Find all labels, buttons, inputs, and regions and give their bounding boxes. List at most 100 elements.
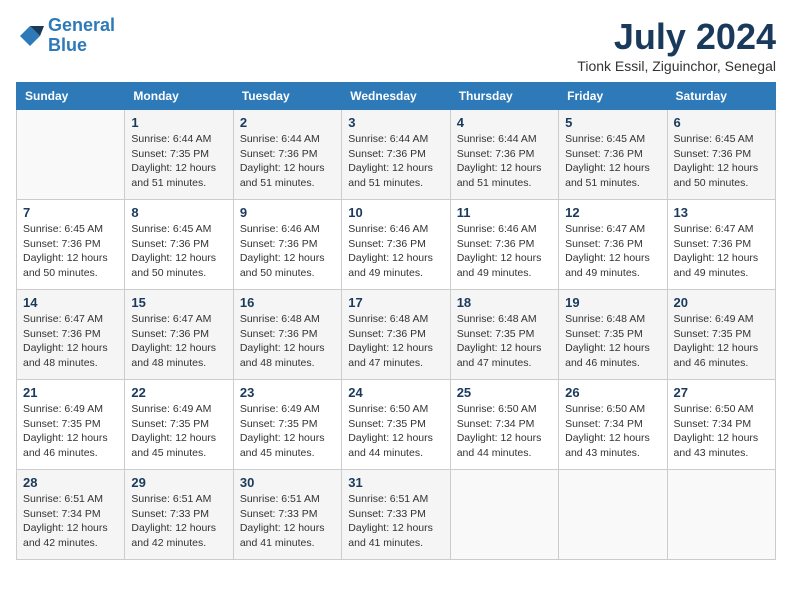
calendar-cell: 23 Sunrise: 6:49 AM Sunset: 7:35 PM Dayli… bbox=[233, 380, 341, 470]
day-number: 8 bbox=[131, 205, 226, 220]
day-number: 16 bbox=[240, 295, 335, 310]
day-info: Sunrise: 6:46 AM Sunset: 7:36 PM Dayligh… bbox=[348, 222, 443, 281]
day-info: Sunrise: 6:51 AM Sunset: 7:34 PM Dayligh… bbox=[23, 492, 118, 551]
day-info: Sunrise: 6:51 AM Sunset: 7:33 PM Dayligh… bbox=[131, 492, 226, 551]
day-info: Sunrise: 6:48 AM Sunset: 7:36 PM Dayligh… bbox=[348, 312, 443, 371]
calendar-week-row: 28 Sunrise: 6:51 AM Sunset: 7:34 PM Dayli… bbox=[17, 470, 776, 560]
day-number: 10 bbox=[348, 205, 443, 220]
day-of-week-header: Sunday bbox=[17, 83, 125, 110]
calendar-cell: 28 Sunrise: 6:51 AM Sunset: 7:34 PM Dayli… bbox=[17, 470, 125, 560]
calendar-cell: 19 Sunrise: 6:48 AM Sunset: 7:35 PM Dayli… bbox=[559, 290, 667, 380]
calendar-cell: 27 Sunrise: 6:50 AM Sunset: 7:34 PM Dayli… bbox=[667, 380, 775, 470]
day-info: Sunrise: 6:47 AM Sunset: 7:36 PM Dayligh… bbox=[131, 312, 226, 371]
day-info: Sunrise: 6:50 AM Sunset: 7:34 PM Dayligh… bbox=[457, 402, 552, 461]
calendar-cell: 1 Sunrise: 6:44 AM Sunset: 7:35 PM Daylig… bbox=[125, 110, 233, 200]
calendar-week-row: 14 Sunrise: 6:47 AM Sunset: 7:36 PM Dayli… bbox=[17, 290, 776, 380]
calendar-cell: 10 Sunrise: 6:46 AM Sunset: 7:36 PM Dayli… bbox=[342, 200, 450, 290]
day-of-week-header: Wednesday bbox=[342, 83, 450, 110]
day-info: Sunrise: 6:48 AM Sunset: 7:35 PM Dayligh… bbox=[565, 312, 660, 371]
day-info: Sunrise: 6:44 AM Sunset: 7:36 PM Dayligh… bbox=[457, 132, 552, 191]
calendar-cell: 16 Sunrise: 6:48 AM Sunset: 7:36 PM Dayli… bbox=[233, 290, 341, 380]
calendar-cell: 5 Sunrise: 6:45 AM Sunset: 7:36 PM Daylig… bbox=[559, 110, 667, 200]
calendar-week-row: 21 Sunrise: 6:49 AM Sunset: 7:35 PM Dayli… bbox=[17, 380, 776, 470]
day-number: 2 bbox=[240, 115, 335, 130]
day-number: 6 bbox=[674, 115, 769, 130]
day-of-week-header: Tuesday bbox=[233, 83, 341, 110]
calendar-cell: 25 Sunrise: 6:50 AM Sunset: 7:34 PM Dayli… bbox=[450, 380, 558, 470]
calendar-cell: 13 Sunrise: 6:47 AM Sunset: 7:36 PM Dayli… bbox=[667, 200, 775, 290]
day-info: Sunrise: 6:49 AM Sunset: 7:35 PM Dayligh… bbox=[240, 402, 335, 461]
calendar-week-row: 1 Sunrise: 6:44 AM Sunset: 7:35 PM Daylig… bbox=[17, 110, 776, 200]
calendar-cell: 12Sunrise: 6:47 AM Sunset: 7:36 PM Dayli… bbox=[559, 200, 667, 290]
day-info: Sunrise: 6:47 AM Sunset: 7:36 PM Dayligh… bbox=[23, 312, 118, 371]
day-number: 7 bbox=[23, 205, 118, 220]
calendar-cell: 26 Sunrise: 6:50 AM Sunset: 7:34 PM Dayli… bbox=[559, 380, 667, 470]
location-subtitle: Tionk Essil, Ziguinchor, Senegal bbox=[577, 58, 776, 74]
calendar-cell: 6 Sunrise: 6:45 AM Sunset: 7:36 PM Daylig… bbox=[667, 110, 775, 200]
day-number: 18 bbox=[457, 295, 552, 310]
day-number: 17 bbox=[348, 295, 443, 310]
calendar-cell: 3 Sunrise: 6:44 AM Sunset: 7:36 PM Daylig… bbox=[342, 110, 450, 200]
day-of-week-header: Monday bbox=[125, 83, 233, 110]
day-number: 22 bbox=[131, 385, 226, 400]
calendar-cell: 30Sunrise: 6:51 AM Sunset: 7:33 PM Dayli… bbox=[233, 470, 341, 560]
day-info: Sunrise: 6:48 AM Sunset: 7:35 PM Dayligh… bbox=[457, 312, 552, 371]
day-info: Sunrise: 6:45 AM Sunset: 7:36 PM Dayligh… bbox=[674, 132, 769, 191]
day-number: 27 bbox=[674, 385, 769, 400]
day-number: 31 bbox=[348, 475, 443, 490]
day-info: Sunrise: 6:44 AM Sunset: 7:35 PM Dayligh… bbox=[131, 132, 226, 191]
logo: General Blue bbox=[16, 16, 115, 56]
day-info: Sunrise: 6:47 AM Sunset: 7:36 PM Dayligh… bbox=[565, 222, 660, 281]
day-number: 9 bbox=[240, 205, 335, 220]
day-info: Sunrise: 6:49 AM Sunset: 7:35 PM Dayligh… bbox=[674, 312, 769, 371]
day-info: Sunrise: 6:45 AM Sunset: 7:36 PM Dayligh… bbox=[131, 222, 226, 281]
day-number: 30 bbox=[240, 475, 335, 490]
day-of-week-header: Thursday bbox=[450, 83, 558, 110]
day-info: Sunrise: 6:50 AM Sunset: 7:34 PM Dayligh… bbox=[565, 402, 660, 461]
calendar-cell: 29 Sunrise: 6:51 AM Sunset: 7:33 PM Dayli… bbox=[125, 470, 233, 560]
calendar-cell: 11 Sunrise: 6:46 AM Sunset: 7:36 PM Dayli… bbox=[450, 200, 558, 290]
calendar-header-row: SundayMondayTuesdayWednesdayThursdayFrid… bbox=[17, 83, 776, 110]
calendar-cell: 7 Sunrise: 6:45 AM Sunset: 7:36 PM Daylig… bbox=[17, 200, 125, 290]
day-of-week-header: Saturday bbox=[667, 83, 775, 110]
title-block: July 2024 Tionk Essil, Ziguinchor, Seneg… bbox=[577, 16, 776, 74]
calendar-cell bbox=[450, 470, 558, 560]
day-number: 1 bbox=[131, 115, 226, 130]
calendar-week-row: 7 Sunrise: 6:45 AM Sunset: 7:36 PM Daylig… bbox=[17, 200, 776, 290]
calendar-cell bbox=[667, 470, 775, 560]
day-number: 29 bbox=[131, 475, 226, 490]
calendar-cell: 4Sunrise: 6:44 AM Sunset: 7:36 PM Daylig… bbox=[450, 110, 558, 200]
day-info: Sunrise: 6:44 AM Sunset: 7:36 PM Dayligh… bbox=[348, 132, 443, 191]
day-number: 3 bbox=[348, 115, 443, 130]
calendar-cell: 17 Sunrise: 6:48 AM Sunset: 7:36 PM Dayli… bbox=[342, 290, 450, 380]
day-info: Sunrise: 6:45 AM Sunset: 7:36 PM Dayligh… bbox=[565, 132, 660, 191]
day-info: Sunrise: 6:51 AM Sunset: 7:33 PM Dayligh… bbox=[348, 492, 443, 551]
calendar-cell: 20Sunrise: 6:49 AM Sunset: 7:35 PM Dayli… bbox=[667, 290, 775, 380]
day-number: 21 bbox=[23, 385, 118, 400]
day-info: Sunrise: 6:50 AM Sunset: 7:34 PM Dayligh… bbox=[674, 402, 769, 461]
calendar-cell: 22Sunrise: 6:49 AM Sunset: 7:35 PM Dayli… bbox=[125, 380, 233, 470]
day-number: 13 bbox=[674, 205, 769, 220]
day-number: 5 bbox=[565, 115, 660, 130]
day-info: Sunrise: 6:45 AM Sunset: 7:36 PM Dayligh… bbox=[23, 222, 118, 281]
calendar-table: SundayMondayTuesdayWednesdayThursdayFrid… bbox=[16, 82, 776, 560]
day-info: Sunrise: 6:47 AM Sunset: 7:36 PM Dayligh… bbox=[674, 222, 769, 281]
day-number: 19 bbox=[565, 295, 660, 310]
calendar-cell: 18 Sunrise: 6:48 AM Sunset: 7:35 PM Dayli… bbox=[450, 290, 558, 380]
day-number: 25 bbox=[457, 385, 552, 400]
day-info: Sunrise: 6:46 AM Sunset: 7:36 PM Dayligh… bbox=[457, 222, 552, 281]
calendar-cell: 21 Sunrise: 6:49 AM Sunset: 7:35 PM Dayli… bbox=[17, 380, 125, 470]
day-number: 11 bbox=[457, 205, 552, 220]
day-number: 26 bbox=[565, 385, 660, 400]
day-info: Sunrise: 6:48 AM Sunset: 7:36 PM Dayligh… bbox=[240, 312, 335, 371]
logo-text: General Blue bbox=[48, 16, 115, 56]
day-number: 23 bbox=[240, 385, 335, 400]
day-number: 28 bbox=[23, 475, 118, 490]
calendar-cell: 2Sunrise: 6:44 AM Sunset: 7:36 PM Daylig… bbox=[233, 110, 341, 200]
day-number: 14 bbox=[23, 295, 118, 310]
calendar-cell: 9Sunrise: 6:46 AM Sunset: 7:36 PM Daylig… bbox=[233, 200, 341, 290]
month-title: July 2024 bbox=[577, 16, 776, 58]
day-info: Sunrise: 6:49 AM Sunset: 7:35 PM Dayligh… bbox=[23, 402, 118, 461]
day-number: 24 bbox=[348, 385, 443, 400]
calendar-cell: 31 Sunrise: 6:51 AM Sunset: 7:33 PM Dayli… bbox=[342, 470, 450, 560]
